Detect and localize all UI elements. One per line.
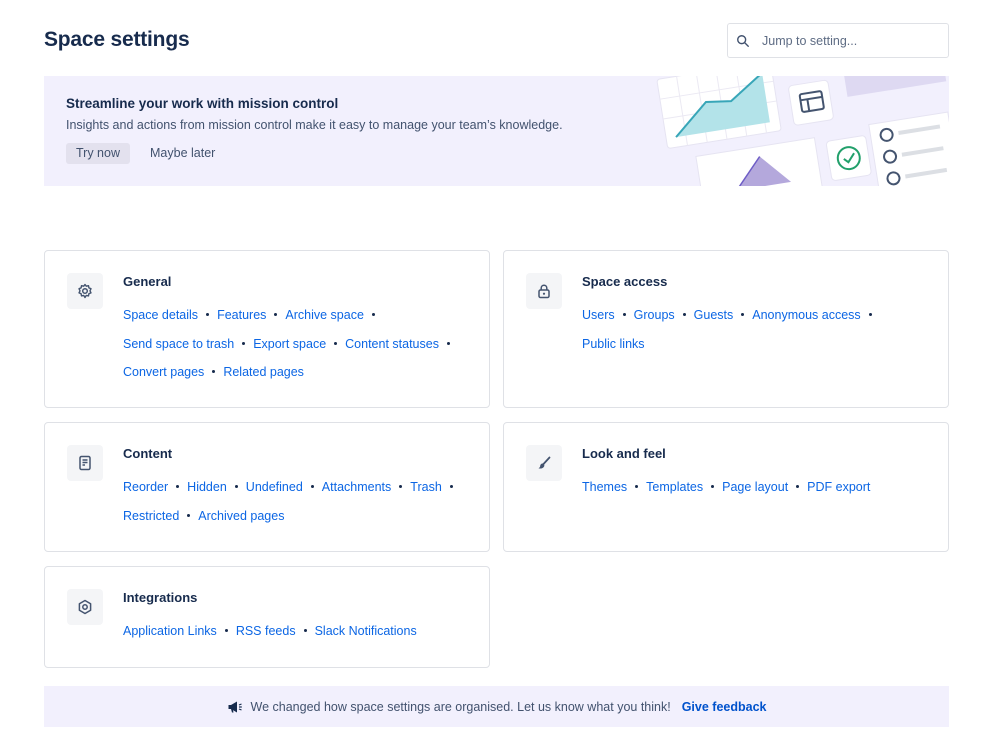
content-links: Reorder Hidden Undefined Attachments Trash R… xyxy=(123,473,473,530)
link-page-layout[interactable]: Page layout xyxy=(722,480,788,494)
space-access-links: Users Groups Guests Anonymous access Public… xyxy=(582,301,932,358)
space-access-card-title: Space access xyxy=(582,274,668,289)
separator-dot xyxy=(446,341,450,345)
separator-dot xyxy=(711,485,715,488)
separator-dot xyxy=(212,370,216,373)
look-and-feel-links: Themes Templates Page layout PDF export xyxy=(582,473,932,502)
look-and-feel-card: Look and feel Themes Templates Page layout… xyxy=(503,422,949,552)
link-convert-pages[interactable]: Convert pages xyxy=(123,365,204,379)
general-settings-card: General Space details Features Archive spa… xyxy=(44,250,490,408)
separator-dot xyxy=(310,485,314,488)
space-access-card: Space access Users Groups Guests Anonymous … xyxy=(503,250,949,408)
separator-dot xyxy=(682,313,686,316)
separator-dot xyxy=(399,485,403,488)
separator-dot xyxy=(242,341,246,345)
mission-control-illustration xyxy=(656,76,949,186)
link-slack-notifications[interactable]: Slack Notifications xyxy=(315,624,417,638)
content-card-title: Content xyxy=(123,446,173,461)
link-trash[interactable]: Trash xyxy=(410,480,442,494)
give-feedback-link[interactable]: Give feedback xyxy=(682,700,767,714)
paintbrush-icon xyxy=(526,445,562,481)
feedback-bar: We changed how space settings are organi… xyxy=(44,686,949,727)
separator-dot xyxy=(449,485,453,488)
link-send-space-to-trash[interactable]: Send space to trash xyxy=(123,337,234,351)
lock-icon xyxy=(526,273,562,309)
search-icon xyxy=(737,34,749,47)
separator-dot xyxy=(303,629,307,632)
try-now-button[interactable]: Try now xyxy=(66,143,130,164)
jump-to-setting-search[interactable] xyxy=(727,23,949,58)
integrations-card-title: Integrations xyxy=(123,590,198,605)
link-space-details[interactable]: Space details xyxy=(123,308,198,322)
link-hidden[interactable]: Hidden xyxy=(187,480,227,494)
separator-dot xyxy=(176,485,180,488)
separator-dot xyxy=(741,313,745,316)
link-pdf-export[interactable]: PDF export xyxy=(807,480,870,494)
content-settings-card: Content Reorder Hidden Undefined Attachment… xyxy=(44,422,490,552)
feedback-message: We changed how space settings are organi… xyxy=(250,699,671,714)
separator-dot xyxy=(371,313,375,316)
mission-control-banner: Streamline your work with mission contro… xyxy=(44,76,949,186)
separator-dot xyxy=(622,313,626,316)
link-attachments[interactable]: Attachments xyxy=(322,480,391,494)
link-templates[interactable]: Templates xyxy=(646,480,703,494)
banner-description: Insights and actions from mission contro… xyxy=(66,118,563,132)
link-archived-pages[interactable]: Archived pages xyxy=(198,509,284,523)
link-themes[interactable]: Themes xyxy=(582,480,627,494)
link-content-statuses[interactable]: Content statuses xyxy=(345,337,439,351)
separator-dot xyxy=(206,313,210,316)
separator-dot xyxy=(274,313,278,316)
separator-dot xyxy=(334,341,338,345)
link-features[interactable]: Features xyxy=(217,308,266,322)
separator-dot xyxy=(234,485,238,488)
separator-dot xyxy=(868,313,872,316)
separator-dot xyxy=(635,485,639,488)
link-related-pages[interactable]: Related pages xyxy=(223,365,304,379)
page-title: Space settings xyxy=(44,28,190,51)
maybe-later-button[interactable]: Maybe later xyxy=(142,143,223,164)
banner-title: Streamline your work with mission contro… xyxy=(66,96,339,111)
integrations-links: Application Links RSS feeds Slack Notifica… xyxy=(123,617,473,646)
gear-icon xyxy=(67,273,103,309)
look-and-feel-card-title: Look and feel xyxy=(582,446,666,461)
separator-dot xyxy=(796,485,800,488)
hexagon-icon xyxy=(67,589,103,625)
link-undefined[interactable]: Undefined xyxy=(246,480,303,494)
link-export-space[interactable]: Export space xyxy=(253,337,326,351)
general-card-title: General xyxy=(123,274,172,289)
link-restricted[interactable]: Restricted xyxy=(123,509,179,523)
link-archive-space[interactable]: Archive space xyxy=(285,308,364,322)
separator-dot xyxy=(224,629,228,632)
integrations-card: Integrations Application Links RSS feeds S… xyxy=(44,566,490,668)
link-rss-feeds[interactable]: RSS feeds xyxy=(236,624,296,638)
link-public-links[interactable]: Public links xyxy=(582,337,645,351)
link-application-links[interactable]: Application Links xyxy=(123,624,217,638)
general-links: Space details Features Archive space Send … xyxy=(123,301,473,387)
link-anonymous-access[interactable]: Anonymous access xyxy=(752,308,860,322)
page-icon xyxy=(67,445,103,481)
link-users[interactable]: Users xyxy=(582,308,615,322)
separator-dot xyxy=(187,513,191,517)
link-groups[interactable]: Groups xyxy=(634,308,675,322)
megaphone-icon xyxy=(228,701,242,712)
link-reorder[interactable]: Reorder xyxy=(123,480,168,494)
link-guests[interactable]: Guests xyxy=(694,308,734,322)
search-input[interactable] xyxy=(762,33,932,48)
